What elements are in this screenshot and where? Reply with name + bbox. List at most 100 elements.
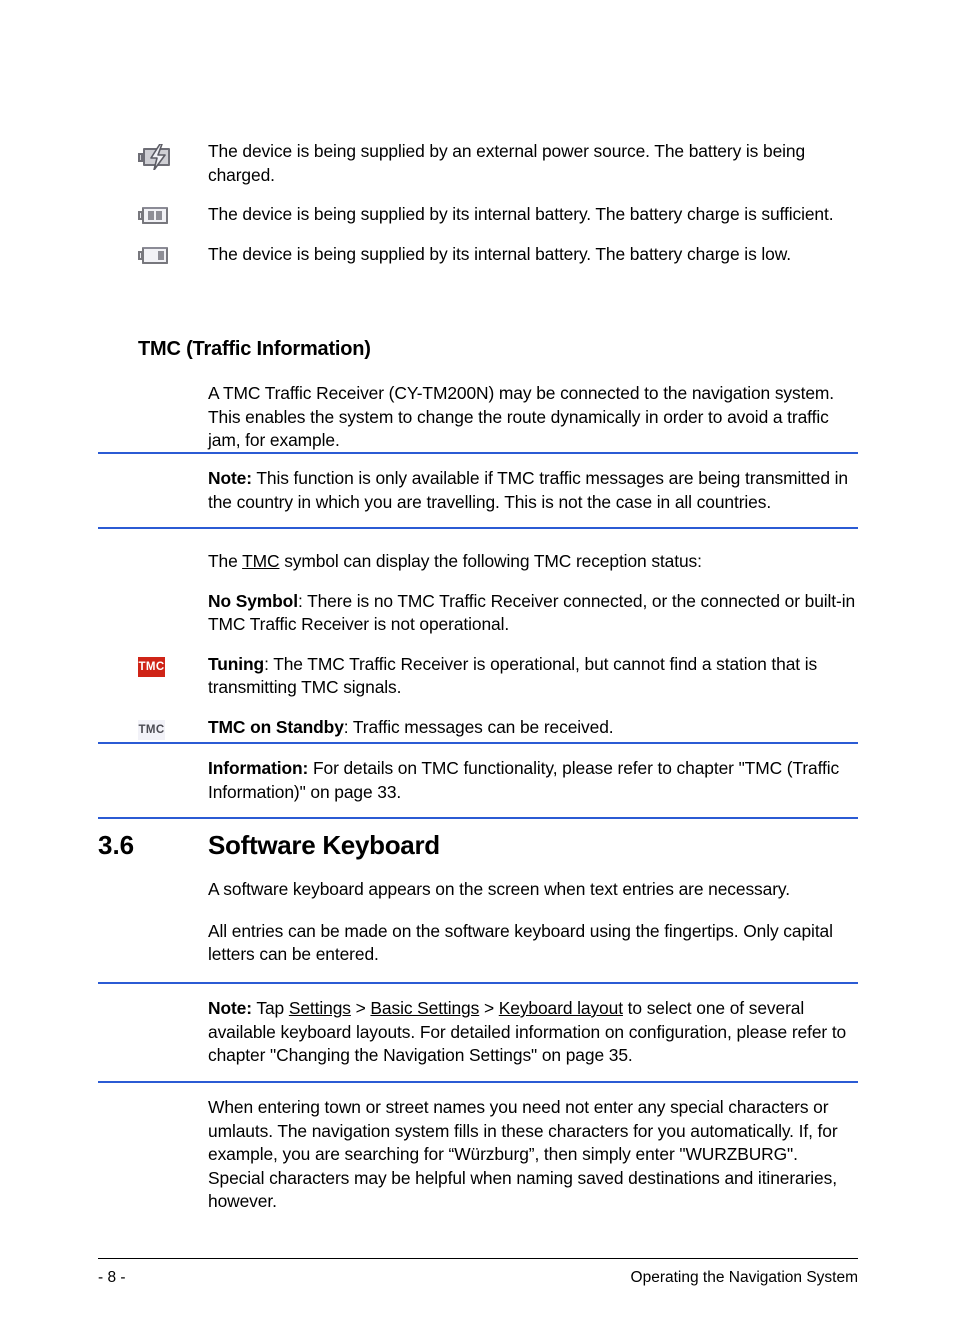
paragraph-text-cell: All entries can be made on the software …	[208, 920, 858, 967]
document-page: The device is being supplied by an exter…	[0, 0, 954, 1344]
paragraph-row: The TMC symbol can display the following…	[98, 550, 858, 574]
icon-cell: TMC	[98, 716, 208, 740]
paragraph-text-cell: When entering town or street names you n…	[208, 1096, 858, 1214]
icon-cell	[98, 140, 208, 170]
battery-charging-icon	[138, 144, 174, 170]
status-label: Tuning	[208, 653, 265, 674]
list-item-text-cell: The device is being supplied by its inte…	[208, 243, 858, 267]
information-label: Information:	[208, 758, 309, 778]
icon-cell-empty	[98, 467, 208, 471]
list-item-label: The device is being supplied by its inte…	[208, 243, 791, 264]
icon-cell-empty	[98, 997, 208, 1001]
menu-separator-1: >	[350, 998, 371, 1018]
list-item: The device is being supplied by an exter…	[98, 140, 858, 187]
icon-cell	[98, 203, 208, 224]
callout-bottom-rule	[98, 1080, 858, 1083]
settings-menu-link[interactable]: Settings	[289, 998, 351, 1018]
callout-bottom-rule	[98, 817, 858, 819]
paragraph-text-cell: A TMC Traffic Receiver (CY-TM200N) may b…	[208, 382, 858, 453]
tmc-heading: TMC (Traffic Information)	[138, 338, 371, 360]
status-text: : The TMC Traffic Receiver is operationa…	[208, 653, 818, 698]
umlaut-paragraph-block: When entering town or street names you n…	[98, 1096, 858, 1214]
paragraph-text-cell: Information: For details on TMC function…	[208, 757, 858, 804]
page-number: - 8 -	[98, 1269, 126, 1286]
keyboard-layout-menu-link[interactable]: Keyboard layout	[499, 998, 623, 1018]
keyboard-note-paragraph: Note: Tap Settings > Basic Settings > Ke…	[208, 997, 858, 1068]
footer-chapter-title: Operating the Navigation System	[630, 1269, 858, 1286]
tmc-intro-paragraph: A TMC Traffic Receiver (CY-TM200N) may b…	[98, 382, 858, 453]
list-item: TMC TMC on Standby: Traffic messages can…	[98, 716, 858, 740]
paragraph-row: When entering town or street names you n…	[98, 1096, 858, 1214]
tmc-section: TMC (Traffic Information)	[98, 338, 858, 361]
icon-cell-empty	[98, 382, 208, 386]
callout-body: Note: This function is only available if…	[98, 454, 858, 527]
status-text: : There is no TMC Traffic Receiver conne…	[208, 590, 856, 635]
icon-cell-empty	[98, 550, 208, 554]
tmc-tuning-icon: TMC	[138, 656, 165, 677]
list-item-text-cell: No Symbol: There is no TMC Traffic Recei…	[208, 590, 858, 637]
list-item-label: The device is being supplied by its inte…	[208, 204, 834, 224]
tmc-standby-icon: TMC	[138, 719, 165, 740]
tmc-status-intro: The TMC symbol can display the following…	[208, 550, 858, 574]
list-item-text-cell: TMC on Standby: Traffic messages can be …	[208, 716, 858, 740]
tmc-intro-text: A TMC Traffic Receiver (CY-TM200N) may b…	[208, 383, 835, 450]
page-footer: - 8 - Operating the Navigation System	[98, 1258, 858, 1287]
section-heading: 3.6 Software Keyboard	[98, 830, 858, 861]
callout-bottom-rule	[98, 527, 858, 529]
icon-cell-empty	[98, 920, 208, 924]
status-paragraph: TMC on Standby: Traffic messages can be …	[208, 716, 858, 740]
software-keyboard-paragraphs: A software keyboard appears on the scree…	[98, 878, 858, 967]
icon-cell-empty	[98, 590, 208, 594]
paragraph-row: A software keyboard appears on the scree…	[98, 878, 858, 902]
information-paragraph: Information: For details on TMC function…	[208, 757, 858, 804]
list-item: The device is being supplied by its inte…	[98, 203, 858, 227]
callout-body: Information: For details on TMC function…	[98, 744, 858, 817]
keyboard-paragraph-2: All entries can be made on the software …	[208, 920, 833, 965]
list-item: TMC Tuning: The TMC Traffic Receiver is …	[98, 653, 858, 700]
icon-cell	[98, 243, 208, 264]
keyboard-paragraph-3: When entering town or street names you n…	[208, 1097, 838, 1211]
tmc-status-intro-pre: The	[208, 551, 243, 571]
icon-cell-empty	[98, 757, 208, 761]
list-item: No Symbol: There is no TMC Traffic Recei…	[98, 590, 858, 637]
paragraph-text-cell: Note: This function is only available if…	[208, 467, 858, 514]
paragraph-text-cell: A software keyboard appears on the scree…	[208, 878, 858, 902]
basic-settings-menu-link[interactable]: Basic Settings	[370, 998, 479, 1018]
list-item-text-cell: Tuning: The TMC Traffic Receiver is oper…	[208, 653, 858, 700]
status-paragraph: Tuning: The TMC Traffic Receiver is oper…	[208, 653, 858, 700]
tmc-symbol-link[interactable]: TMC	[242, 551, 279, 571]
tmc-information-callout: Information: For details on TMC function…	[98, 742, 858, 819]
lightning-bolt-glyph	[150, 144, 166, 170]
list-item-label: The device is being supplied by an exter…	[208, 141, 806, 185]
icon-cell-empty	[98, 1096, 208, 1100]
list-item: The device is being supplied by its inte…	[98, 243, 858, 267]
icon-cell-empty	[98, 878, 208, 882]
status-paragraph: No Symbol: There is no TMC Traffic Recei…	[208, 590, 858, 637]
note-pre: Tap	[256, 998, 289, 1018]
keyboard-note-callout: Note: Tap Settings > Basic Settings > Ke…	[98, 982, 858, 1083]
paragraph-row: Information: For details on TMC function…	[98, 757, 858, 804]
battery-low-icon	[138, 246, 168, 264]
power-status-list: The device is being supplied by an exter…	[98, 140, 858, 266]
section-number: 3.6	[98, 830, 135, 860]
note-label: Note:	[208, 468, 252, 488]
list-item-text-cell: The device is being supplied by an exter…	[208, 140, 858, 187]
tmc-note-callout: Note: This function is only available if…	[98, 452, 858, 529]
tmc-status-intro-post: symbol can display the following TMC rec…	[279, 551, 702, 571]
footer-row: - 8 - Operating the Navigation System	[98, 1259, 858, 1287]
callout-body: Note: Tap Settings > Basic Settings > Ke…	[98, 984, 858, 1081]
page-title: Software Keyboard	[208, 830, 440, 860]
keyboard-paragraph-1: A software keyboard appears on the scree…	[208, 879, 790, 899]
menu-separator-2: >	[479, 998, 499, 1018]
paragraph-row: Note: This function is only available if…	[98, 467, 858, 514]
list-item-text-cell: The device is being supplied by its inte…	[208, 203, 858, 227]
paragraph-text-cell: The TMC symbol can display the following…	[208, 550, 858, 574]
paragraph-text-cell: Note: Tap Settings > Basic Settings > Ke…	[208, 997, 858, 1068]
battery-sufficient-icon	[138, 207, 168, 224]
note-paragraph: Note: This function is only available if…	[208, 467, 858, 514]
paragraph-row: All entries can be made on the software …	[98, 920, 858, 967]
note-label: Note:	[208, 998, 252, 1018]
icon-cell: TMC	[98, 653, 208, 677]
software-keyboard-section: 3.6 Software Keyboard	[98, 830, 858, 861]
status-label: TMC on Standby	[208, 716, 344, 737]
